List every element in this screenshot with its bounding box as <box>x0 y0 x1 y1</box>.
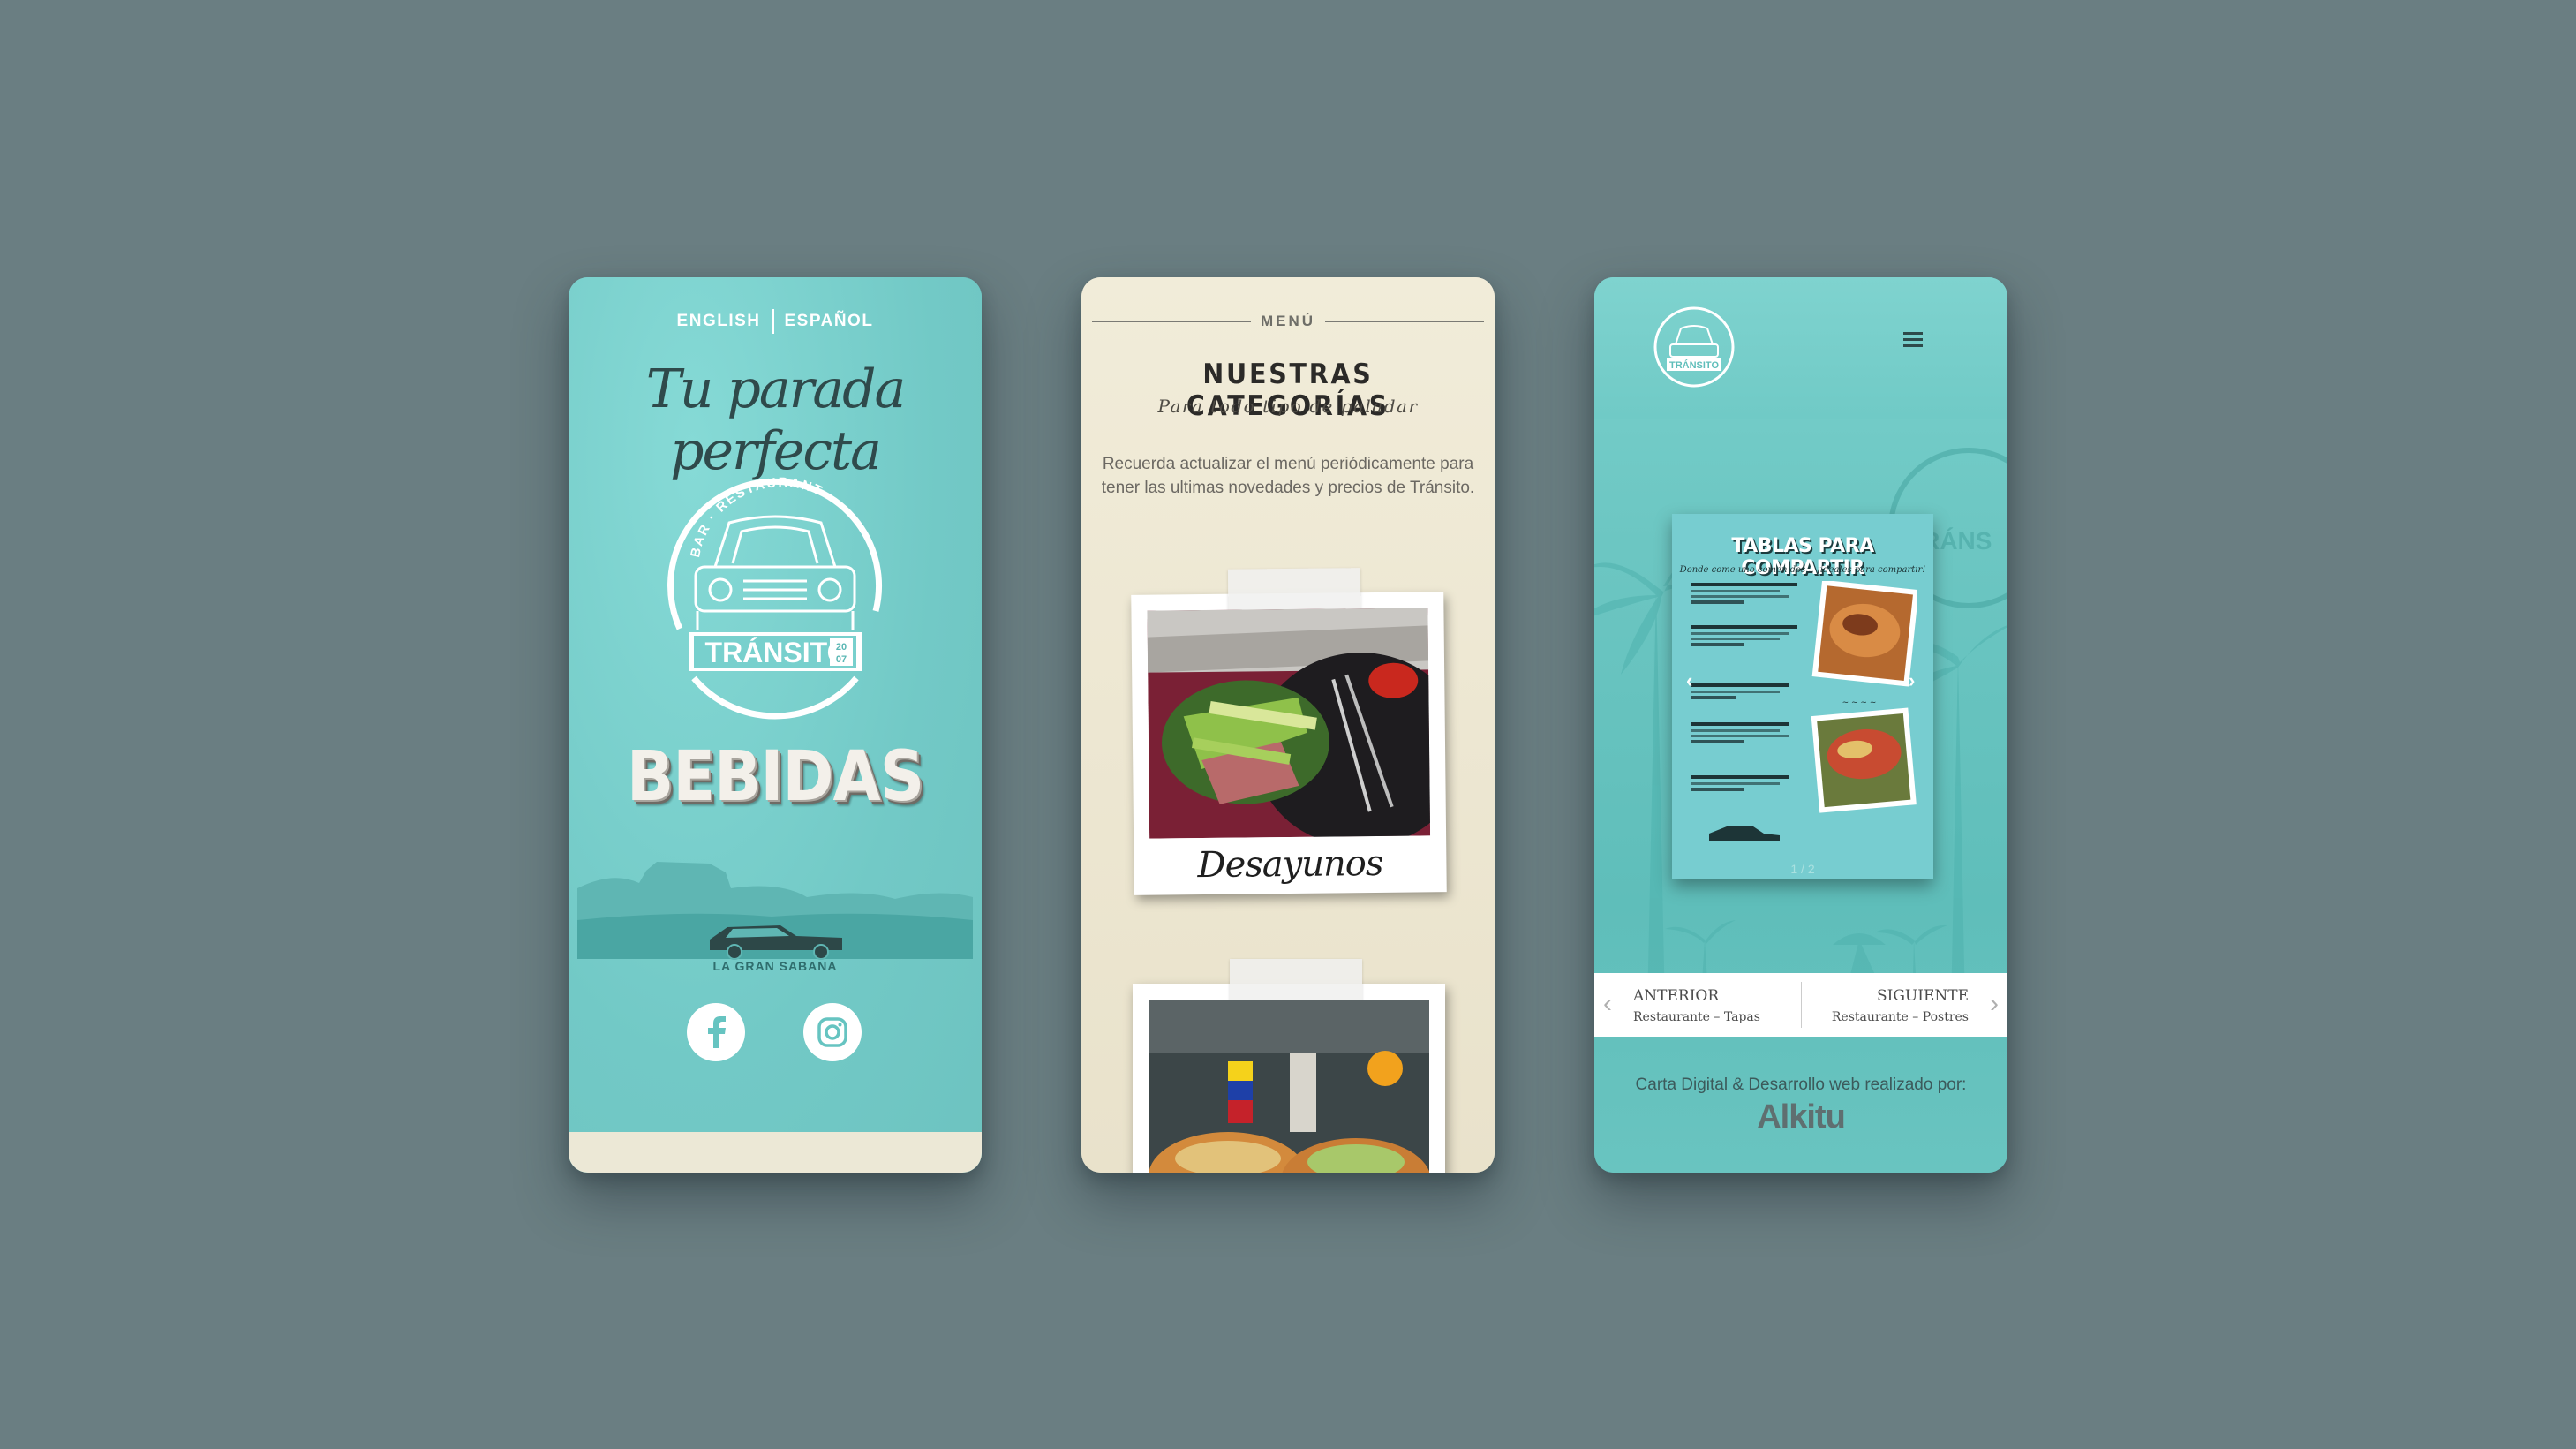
developer-brand-link[interactable]: Alkitu <box>1594 1098 2007 1136</box>
post-navigation: ‹ ANTERIOR Restaurante – Tapas SIGUIENTE… <box>1594 973 2007 1037</box>
phone-screen-menu-viewer: TRÁNSITO TRÁNS TABLAS PARA COMPARTIR Don… <box>1594 277 2007 1173</box>
category-card-next[interactable] <box>1133 959 1445 1173</box>
page-description: Recuerda actualizar el menú periódicamen… <box>1101 455 1475 497</box>
desayunos-photo <box>1147 608 1431 839</box>
next-label: SIGUIENTE <box>1876 987 1969 1005</box>
hamburger-menu-icon[interactable] <box>1903 332 1923 348</box>
logo-name: TRÁNSITO <box>705 637 849 668</box>
landscape-caption: LA GRAN SABANA <box>712 959 838 973</box>
category-card-desayunos[interactable]: Desayunos <box>1131 568 1447 895</box>
phone-screen-categories: MENÚ NUESTRAS CATEGORÍAS Para todo tipo … <box>1081 277 1495 1173</box>
page-subtitle: Para todo tipo de paladar <box>1157 396 1419 417</box>
category-caption: Desayunos <box>1197 842 1383 887</box>
svg-text:~ ~ ~ ~: ~ ~ ~ ~ <box>1842 698 1877 707</box>
prev-page-arrow-icon[interactable]: ‹ <box>1686 669 1692 692</box>
facebook-link[interactable] <box>687 1003 745 1061</box>
next-sub: Restaurante – Postres <box>1831 1010 1969 1024</box>
prev-sub: Restaurante – Tapas <box>1633 1010 1760 1024</box>
transito-logo: BAR · RESTAURANTE TRÁNSITO 20 07 <box>644 461 883 720</box>
menu-page-subtitle: Donde come uno comen dos... ¡ideales par… <box>1679 565 1926 575</box>
svg-text:20: 20 <box>836 642 847 653</box>
lang-spanish-link[interactable]: ESPAÑOL <box>785 312 874 330</box>
prev-label: ANTERIOR <box>1633 987 1720 1005</box>
menu-divider: MENÚ <box>1092 313 1484 329</box>
chevron-left-icon: ‹ <box>1603 989 1612 1018</box>
transito-logo-small[interactable]: TRÁNSITO <box>1651 304 1737 390</box>
section-title: BEBIDAS <box>626 736 924 817</box>
logo-arc-text: BAR · RESTAURANTE <box>644 461 824 559</box>
menu-page-viewer[interactable]: TABLAS PARA COMPARTIR Donde come uno com… <box>1672 514 1933 879</box>
svg-text:TRÁNSITO: TRÁNSITO <box>1669 359 1719 371</box>
language-switcher: ENGLISH ESPAÑOL <box>569 309 982 334</box>
svg-text:BAR · RESTAURANTE: BAR · RESTAURANTE <box>644 461 825 559</box>
arepas-photo <box>1149 1000 1429 1173</box>
cream-footer-bar <box>569 1132 982 1173</box>
lang-divider <box>771 309 774 334</box>
next-page-arrow-icon[interactable]: › <box>1909 669 1915 692</box>
lang-english-link[interactable]: ENGLISH <box>677 312 761 330</box>
chevron-right-icon: › <box>1990 989 1999 1018</box>
credit-text: Carta Digital & Desarrollo web realizado… <box>1635 1075 1967 1094</box>
instagram-link[interactable] <box>803 1003 862 1061</box>
facebook-icon <box>708 1016 726 1048</box>
menu-page-content: ~ ~ ~ ~ <box>1691 581 1917 841</box>
page-counter: 1 / 2 <box>1790 862 1815 876</box>
nav-divider <box>1801 982 1802 1028</box>
svg-text:07: 07 <box>836 654 847 665</box>
phone-screen-bebidas: ENGLISH ESPAÑOL Tu parada perfecta BAR · … <box>569 277 982 1173</box>
instagram-icon <box>817 1017 847 1047</box>
